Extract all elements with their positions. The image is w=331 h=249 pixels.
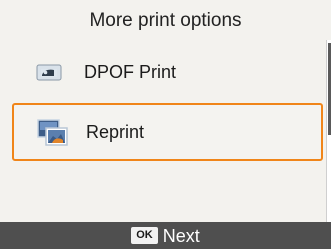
footer-bar: OK Next [0, 222, 331, 249]
menu-item-label: DPOF Print [84, 61, 177, 82]
menu-item-label: Reprint [86, 121, 145, 142]
options-list: DPOF Print Reprint [0, 40, 326, 222]
dpof-print-icon [32, 58, 66, 86]
scrollbar[interactable] [326, 40, 331, 222]
menu-item-reprint[interactable]: Reprint [12, 103, 323, 161]
ok-button-icon: OK [131, 227, 158, 244]
reprint-icon [36, 118, 70, 146]
menu-item-dpof-print[interactable]: DPOF Print [12, 45, 323, 99]
page-title: More print options [89, 10, 242, 31]
print-options-screen: More print options DPOF Print Reprint OK… [0, 0, 331, 249]
next-label: Next [162, 225, 200, 246]
